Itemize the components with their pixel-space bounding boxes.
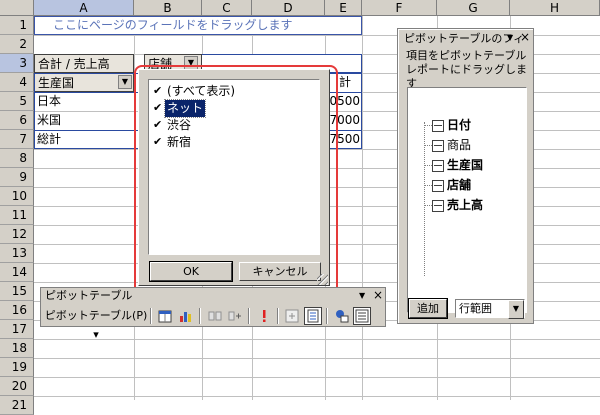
area-select[interactable]: 行範囲 ▼ [455,299,525,319]
row-field-dropdown-arrow[interactable]: ▼ [118,75,132,89]
checkbox-checked-icon[interactable]: ✔ [153,85,163,96]
field-icon [432,120,444,132]
field-icon [432,140,444,152]
toolbar-titlebar[interactable]: ピボットテーブル [41,288,385,303]
row-header-14[interactable]: 14 [0,263,34,282]
row-header-5[interactable]: 5 [0,92,34,111]
row-header-2[interactable]: 2 [0,35,34,54]
row-header-13[interactable]: 13 [0,244,34,263]
column-header-h[interactable]: H [510,0,600,16]
field-tree[interactable]: 日付 商品 生産国 店舗 売上高 [407,87,527,313]
pivot-menu-button[interactable]: ピボットテーブル(P) ▾ [44,306,148,341]
resize-grip-icon[interactable] [317,274,328,285]
field-icon [432,180,444,192]
row-header-9[interactable]: 9 [0,168,34,187]
row-header-12[interactable]: 12 [0,225,34,244]
column-header-e[interactable]: E [325,0,362,16]
field-icon [432,200,444,212]
row-header-19[interactable]: 19 [0,358,34,377]
data-field-button[interactable]: 合計 / 売上高 [34,54,134,73]
row-header-18[interactable]: 18 [0,339,34,358]
area-select-value: 行範囲 [459,302,492,315]
pane-menu-dropdown-icon[interactable]: ▼ [507,32,517,44]
row-label-us[interactable]: 米国 [34,111,134,130]
format-report-icon[interactable] [157,307,175,325]
column-header-g[interactable]: G [437,0,510,16]
grand-total-header: 計 [339,75,352,89]
select-all-corner[interactable] [0,0,34,16]
row-header-6[interactable]: 6 [0,111,34,130]
row-header-7[interactable]: 7 [0,130,34,149]
field-settings-icon[interactable] [333,307,351,325]
chart-wizard-icon[interactable] [177,307,195,325]
checkbox-checked-icon[interactable]: ✔ [153,136,163,147]
refresh-data-icon[interactable] [255,307,273,325]
row-header-3[interactable]: 3 [0,54,34,73]
chevron-down-icon[interactable]: ▼ [508,300,524,319]
row-header-1[interactable]: 1 [0,16,34,35]
toolbar-menu-dropdown-icon[interactable]: ▼ [359,290,369,302]
value-cell[interactable]: 0500 [325,92,362,111]
row-header-11[interactable]: 11 [0,206,34,225]
filter-dropdown-dialog[interactable]: ✔ (すべて表示) ✔ ネット ✔ 渋谷 ✔ 新宿 OK キャンセル [138,69,330,286]
close-icon[interactable]: × [520,31,530,43]
page-field-drop-zone[interactable]: ここにページのフィールドをドラッグします [34,16,362,35]
row-header-21[interactable]: 21 [0,396,34,415]
row-label-grand-total[interactable]: 総計 [34,130,134,149]
field-icon [432,160,444,172]
add-field-button[interactable]: 追加 [408,298,448,319]
column-field-dropdown-arrow[interactable]: ▼ [184,56,198,70]
column-header-a[interactable]: A [34,0,134,16]
always-display-items-icon[interactable] [304,307,322,325]
filter-items-list[interactable]: ✔ (すべて表示) ✔ ネット ✔ 渋谷 ✔ 新宿 [148,79,320,255]
field-list-description: 項目をピボットテーブル レポートにドラッグします [406,49,527,90]
column-header-b[interactable]: B [134,0,202,16]
pivot-field-list-pane[interactable]: ピボットテーブルのフィ ▼ × 項目をピボットテーブル レポートにドラッグします… [397,28,534,324]
column-header-c[interactable]: C [202,0,252,16]
pivot-toolbar[interactable]: ピボットテーブル ▼ × ピボットテーブル(P) ▾ [40,287,386,341]
close-icon[interactable]: × [373,289,383,301]
include-hidden-items-icon[interactable] [284,307,302,325]
checkbox-checked-icon[interactable]: ✔ [153,102,163,113]
value-cell[interactable]: 7000 [325,111,362,130]
row-header-10[interactable]: 10 [0,187,34,206]
toolbar-title: ピボットテーブル [45,289,133,302]
row-header-20[interactable]: 20 [0,377,34,396]
row-header-8[interactable]: 8 [0,149,34,168]
row-header-17[interactable]: 17 [0,320,34,339]
row-label-japan[interactable]: 日本 [34,92,134,111]
show-field-list-icon[interactable] [353,307,371,325]
row-header-15[interactable]: 15 [0,282,34,301]
row-header-16[interactable]: 16 [0,301,34,320]
column-header-d[interactable]: D [252,0,325,16]
cancel-button[interactable]: キャンセル [239,262,321,281]
row-header-4[interactable]: 4 [0,73,34,92]
ok-button[interactable]: OK [149,261,233,282]
show-detail-icon[interactable] [226,307,244,325]
checkbox-checked-icon[interactable]: ✔ [153,119,163,130]
column-header-f[interactable]: F [362,0,437,16]
value-cell[interactable]: 7500 [325,130,362,149]
hide-detail-icon[interactable] [206,307,224,325]
